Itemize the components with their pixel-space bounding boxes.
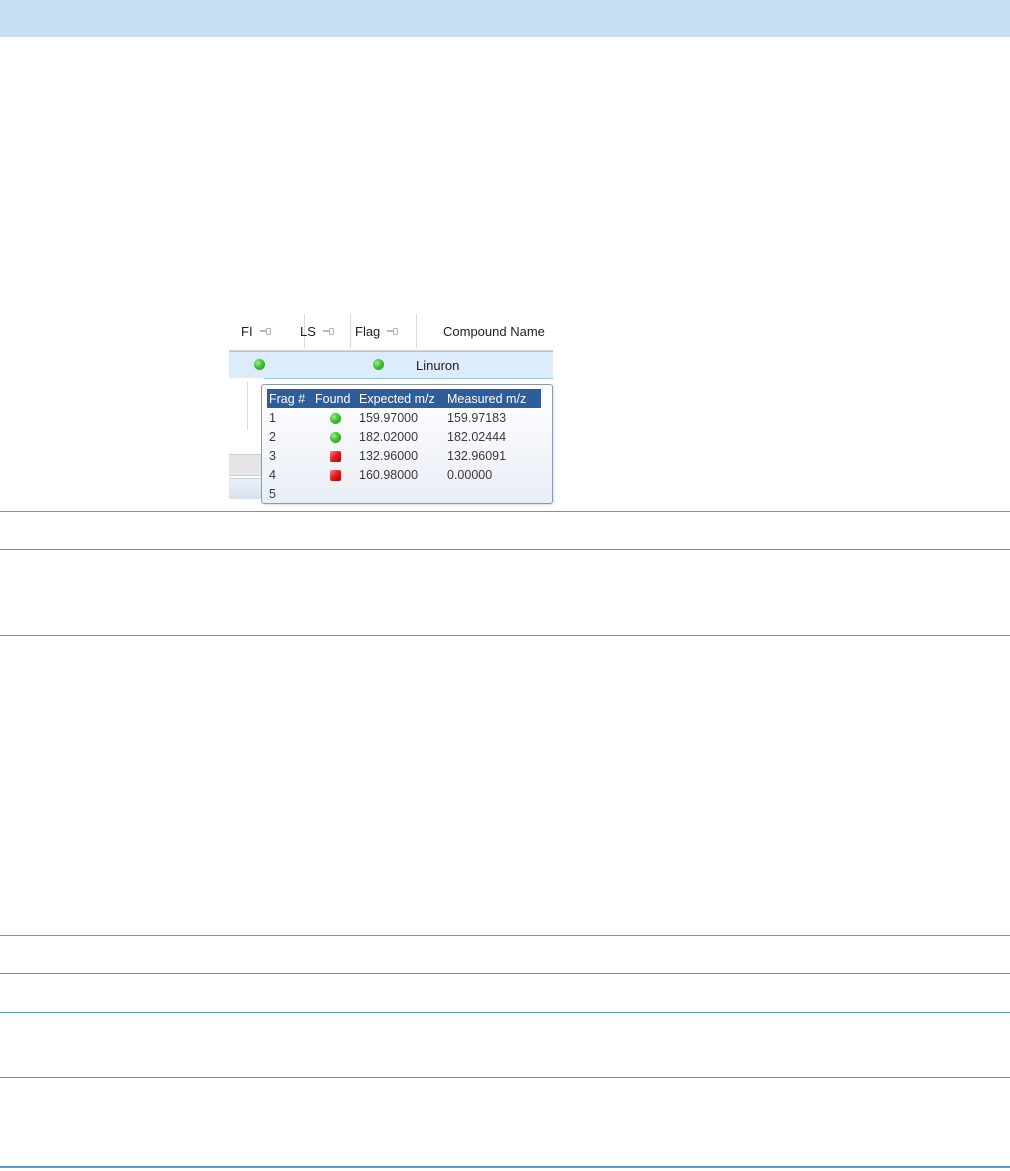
grid-footer-bar (229, 478, 263, 499)
expected-mz: 160.98000 (359, 467, 419, 482)
column-label-flag: Flag (355, 323, 381, 339)
found-green-dot-icon (329, 412, 341, 424)
expected-mz: 159.97000 (359, 410, 419, 425)
measured-mz: 182.02444 (447, 429, 507, 444)
frag-number: 4 (269, 467, 276, 482)
found-cell (313, 427, 357, 446)
top-header-band (0, 0, 1010, 37)
header-frag: Frag # (267, 389, 313, 408)
compound-name-cell: Linuron (416, 358, 460, 373)
grid-divider (247, 382, 248, 430)
table-row[interactable]: Linuron (229, 351, 553, 379)
grid-header: FI LS Flag Compound Name (229, 310, 553, 351)
table-row: 3 132.96000 132.96091 (267, 446, 541, 465)
header-measured-mz: Measured m/z (445, 389, 541, 408)
frag-number: 5 (269, 486, 276, 501)
measured-mz: 159.97183 (447, 410, 507, 425)
divider-rule (0, 973, 1010, 974)
pin-icon[interactable] (259, 328, 271, 335)
pin-icon[interactable] (387, 328, 399, 335)
screenshot-figure: FI LS Flag Compound Name Linuron Frag # … (229, 310, 554, 506)
column-label-compound-name: Compound Name (443, 323, 545, 339)
pin-icon[interactable] (322, 328, 334, 335)
green-dot-icon (254, 359, 265, 370)
fragment-table: Frag # Found Expected m/z Measured m/z 1… (267, 389, 541, 503)
column-label-fi: FI (241, 323, 253, 339)
column-header-compound-name[interactable]: Compound Name (410, 314, 586, 348)
table-row: 5 (267, 484, 541, 503)
column-header-flag[interactable]: Flag (347, 314, 417, 348)
frag-number: 1 (269, 410, 276, 425)
table-row: 4 160.98000 0.00000 (267, 465, 541, 484)
measured-mz: 0.00000 (447, 467, 493, 482)
found-cell (313, 446, 357, 465)
found-green-dot-icon (329, 431, 341, 443)
header-found: Found (313, 389, 357, 408)
fragment-table-header: Frag # Found Expected m/z Measured m/z (267, 389, 541, 408)
expected-mz: 132.96000 (359, 448, 419, 463)
header-expected-mz: Expected m/z (357, 389, 445, 408)
expected-mz: 182.02000 (359, 429, 419, 444)
frag-number: 3 (269, 448, 276, 463)
missing-red-square-icon (329, 450, 341, 462)
divider-rule (0, 1166, 1010, 1168)
divider-rule (0, 1012, 1010, 1013)
measured-mz (445, 484, 541, 503)
found-cell (313, 408, 357, 427)
grid-scrollbar[interactable] (229, 454, 263, 476)
table-row: 2 182.02000 182.02444 (267, 427, 541, 446)
green-dot-icon (373, 359, 384, 370)
divider-rule (0, 635, 1010, 636)
missing-red-square-icon (329, 469, 341, 481)
divider-rule (0, 511, 1010, 512)
divider-rule (0, 549, 1010, 550)
divider-rule (0, 935, 1010, 936)
table-row: 1 159.97000 159.97183 (267, 408, 541, 427)
expected-mz (357, 484, 445, 503)
frag-number: 2 (269, 429, 276, 444)
measured-mz: 132.96091 (447, 448, 507, 463)
fragment-tooltip: Frag # Found Expected m/z Measured m/z 1… (261, 384, 553, 504)
divider-rule (0, 1077, 1010, 1078)
column-header-ls[interactable]: LS (294, 314, 351, 348)
found-cell (313, 484, 357, 503)
column-label-ls: LS (300, 323, 316, 339)
found-cell (313, 465, 357, 484)
